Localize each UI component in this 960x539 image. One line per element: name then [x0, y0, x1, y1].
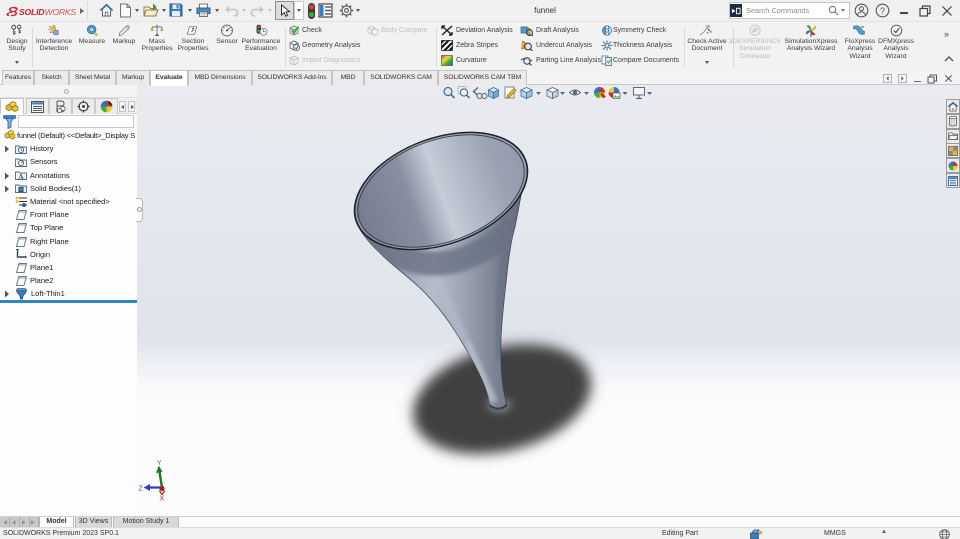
svg-text:WORKS: WORKS [45, 7, 77, 17]
svg-text:A: A [18, 172, 24, 180]
svg-text:X: X [160, 496, 165, 503]
svg-text:Y: Y [157, 460, 162, 467]
svg-text:?: ? [880, 6, 885, 16]
svg-text:SOLID: SOLID [19, 7, 44, 17]
svg-text:Z: Z [139, 486, 144, 493]
